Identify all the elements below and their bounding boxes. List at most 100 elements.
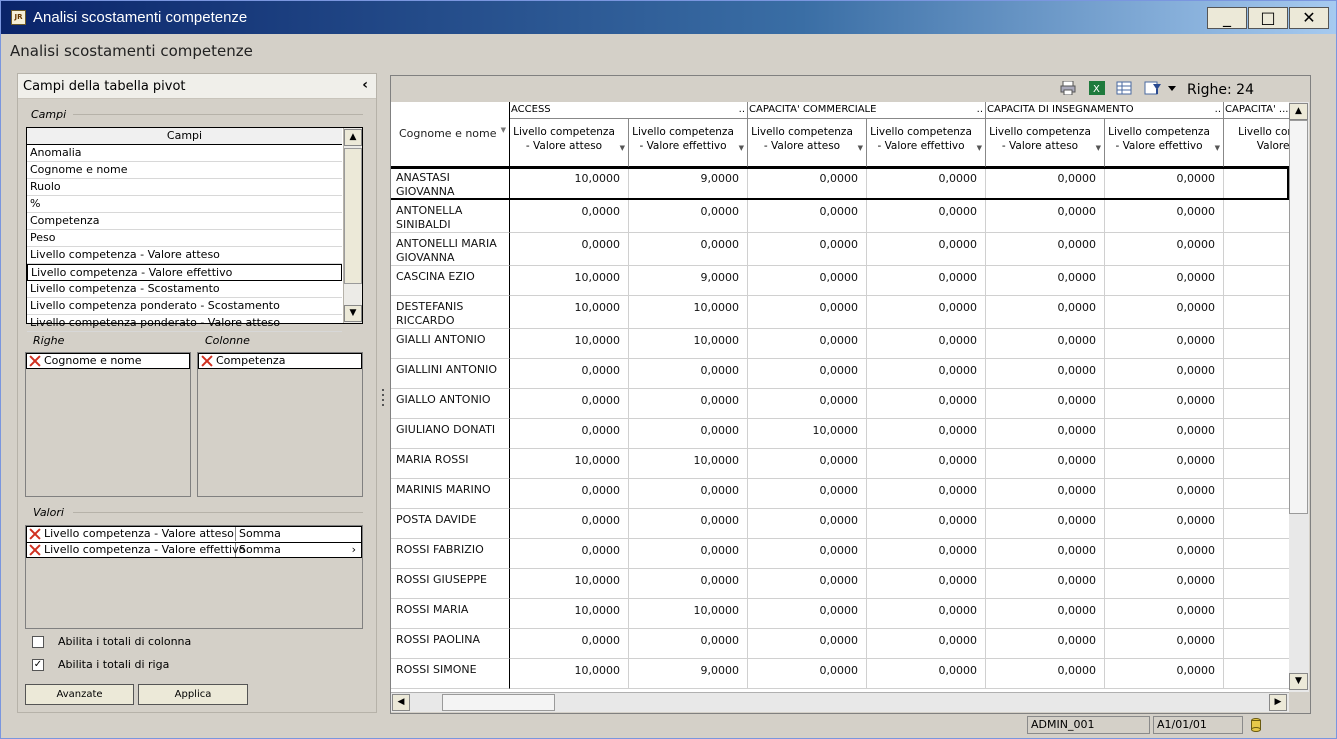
table-cell[interactable]: 0,0000 — [1105, 599, 1224, 629]
sort-arrow-icon[interactable]: ▼ — [977, 141, 982, 155]
valori-field-item[interactable]: Livello competenza - Valore effettivo So… — [26, 542, 362, 558]
table-cell[interactable]: 0,0000 — [986, 200, 1105, 233]
remove-icon[interactable] — [29, 544, 41, 556]
table-cell[interactable]: 0,0000 — [1105, 296, 1224, 329]
apply-button[interactable]: Applica — [138, 684, 248, 705]
field-list-item[interactable]: Cognome e nome — [27, 162, 342, 179]
colonne-dropzone[interactable]: Competenza — [197, 352, 363, 497]
table-cell[interactable]: 10,0000 — [510, 167, 629, 200]
column-header[interactable]: Livello competenza - Valore effettivo ▼ — [629, 119, 748, 167]
column-header[interactable]: Livello competenza - Valore atteso ▼ — [510, 119, 629, 167]
field-list-item[interactable]: Livello competenza - Valore effettivo — [27, 264, 342, 281]
close-button[interactable]: ✕ — [1289, 7, 1329, 29]
row-header-title-cell[interactable]: Cognome e nome ▼ — [391, 102, 510, 167]
field-list-item[interactable]: Competenza — [27, 213, 342, 230]
table-cell[interactable]: 0,0000 — [510, 539, 629, 569]
table-cell[interactable] — [1224, 419, 1289, 449]
table-cell[interactable]: 0,0000 — [629, 539, 748, 569]
column-header[interactable]: Livello competenza - Valore atteso ▼ — [748, 119, 867, 167]
table-cell[interactable]: 0,0000 — [986, 266, 1105, 296]
chevron-right-icon[interactable]: › — [352, 543, 356, 557]
table-cell[interactable]: 0,0000 — [1105, 359, 1224, 389]
scroll-up-icon[interactable]: ▲ — [344, 129, 362, 146]
advanced-button[interactable]: Avanzate — [25, 684, 134, 705]
table-cell[interactable]: 0,0000 — [748, 389, 867, 419]
sort-arrow-icon[interactable]: ▼ — [620, 141, 625, 155]
table-cell[interactable]: 0,0000 — [1105, 200, 1224, 233]
table-cell[interactable]: 0,0000 — [867, 296, 986, 329]
table-cell[interactable] — [1224, 329, 1289, 359]
table-cell[interactable]: 0,0000 — [1105, 389, 1224, 419]
table-cell[interactable]: 0,0000 — [867, 659, 986, 689]
row-header[interactable]: GIALLO ANTONIO — [391, 389, 510, 419]
column-header[interactable]: Livello competenza - Valore effettivo ▼ — [867, 119, 986, 167]
table-cell[interactable]: 0,0000 — [986, 569, 1105, 599]
field-list-item[interactable]: Livello competenza ponderato - Valore at… — [27, 315, 342, 332]
table-cell[interactable] — [1224, 296, 1289, 329]
table-cell[interactable]: 10,0000 — [510, 569, 629, 599]
table-cell[interactable]: 0,0000 — [867, 200, 986, 233]
row-header[interactable]: ROSSI GIUSEPPE — [391, 569, 510, 599]
table-cell[interactable]: 0,0000 — [867, 449, 986, 479]
table-cell[interactable]: 0,0000 — [986, 509, 1105, 539]
row-header[interactable]: GIALLI ANTONIO — [391, 329, 510, 359]
field-list-item[interactable]: Ruolo — [27, 179, 342, 196]
collapse-panel-icon[interactable]: ‹ — [362, 77, 368, 93]
table-cell[interactable]: 0,0000 — [867, 389, 986, 419]
column-header[interactable]: Livello compe - Valore a — [1224, 119, 1289, 167]
table-cell[interactable]: 0,0000 — [867, 167, 986, 200]
table-cell[interactable] — [1224, 233, 1289, 266]
row-header[interactable]: CASCINA EZIO — [391, 266, 510, 296]
table-cell[interactable]: 0,0000 — [748, 296, 867, 329]
print-icon[interactable] — [1060, 81, 1076, 95]
aggregation-label[interactable]: Somma — [239, 543, 281, 557]
row-header[interactable]: POSTA DAVIDE — [391, 509, 510, 539]
scroll-thumb[interactable] — [1289, 120, 1308, 514]
table-cell[interactable]: 0,0000 — [629, 233, 748, 266]
table-cell[interactable]: 0,0000 — [748, 599, 867, 629]
righe-dropzone[interactable]: Cognome e nome — [25, 352, 191, 497]
table-cell[interactable]: 0,0000 — [748, 266, 867, 296]
table-cell[interactable]: 0,0000 — [867, 266, 986, 296]
row-header[interactable]: MARIA ROSSI — [391, 449, 510, 479]
valori-dropzone[interactable]: Livello competenza - Valore atteso Somma… — [25, 525, 363, 629]
field-list-item[interactable]: % — [27, 196, 342, 213]
scroll-down-icon[interactable]: ▼ — [344, 305, 362, 322]
field-list-item[interactable]: Anomalia — [27, 145, 342, 162]
table-cell[interactable]: 0,0000 — [748, 359, 867, 389]
table-cell[interactable]: 0,0000 — [510, 479, 629, 509]
table-cell[interactable]: 0,0000 — [748, 479, 867, 509]
table-cell[interactable]: 0,0000 — [986, 449, 1105, 479]
valori-field-item[interactable]: Livello competenza - Valore atteso Somma — [26, 526, 362, 542]
table-cell[interactable]: 10,0000 — [510, 266, 629, 296]
table-cell[interactable]: 0,0000 — [748, 659, 867, 689]
remove-icon[interactable] — [29, 355, 41, 367]
grid-vertical-scrollbar[interactable]: ▲ ▼ — [1289, 102, 1309, 692]
table-cell[interactable] — [1224, 659, 1289, 689]
field-list-item[interactable]: Livello competenza - Valore atteso — [27, 247, 342, 264]
table-cell[interactable]: 0,0000 — [629, 359, 748, 389]
table-cell[interactable] — [1224, 509, 1289, 539]
table-cell[interactable]: 0,0000 — [748, 629, 867, 659]
row-header[interactable]: ROSSI SIMONE — [391, 659, 510, 689]
table-cell[interactable]: 0,0000 — [867, 599, 986, 629]
table-cell[interactable] — [1224, 449, 1289, 479]
table-cell[interactable]: 0,0000 — [629, 200, 748, 233]
column-group-header[interactable]: CAPACITA' ... — [1224, 102, 1289, 119]
table-cell[interactable]: 0,0000 — [510, 629, 629, 659]
table-cell[interactable]: 0,0000 — [867, 233, 986, 266]
sort-arrow-icon[interactable]: ▼ — [1215, 141, 1220, 155]
row-header[interactable]: ANASTASI GIOVANNA — [391, 167, 510, 200]
table-cell[interactable]: 10,0000 — [510, 599, 629, 629]
remove-icon[interactable] — [29, 528, 41, 540]
sort-arrow-icon[interactable]: ▼ — [858, 141, 863, 155]
table-cell[interactable]: 0,0000 — [986, 539, 1105, 569]
row-header[interactable]: GIALLINI ANTONIO — [391, 359, 510, 389]
checkbox-box[interactable] — [32, 636, 44, 648]
table-cell[interactable]: 0,0000 — [867, 629, 986, 659]
table-cell[interactable]: 0,0000 — [748, 509, 867, 539]
table-cell[interactable]: 0,0000 — [629, 479, 748, 509]
aggregation-label[interactable]: Somma — [239, 527, 281, 541]
table-cell[interactable]: 0,0000 — [510, 419, 629, 449]
table-cell[interactable]: 0,0000 — [629, 569, 748, 599]
